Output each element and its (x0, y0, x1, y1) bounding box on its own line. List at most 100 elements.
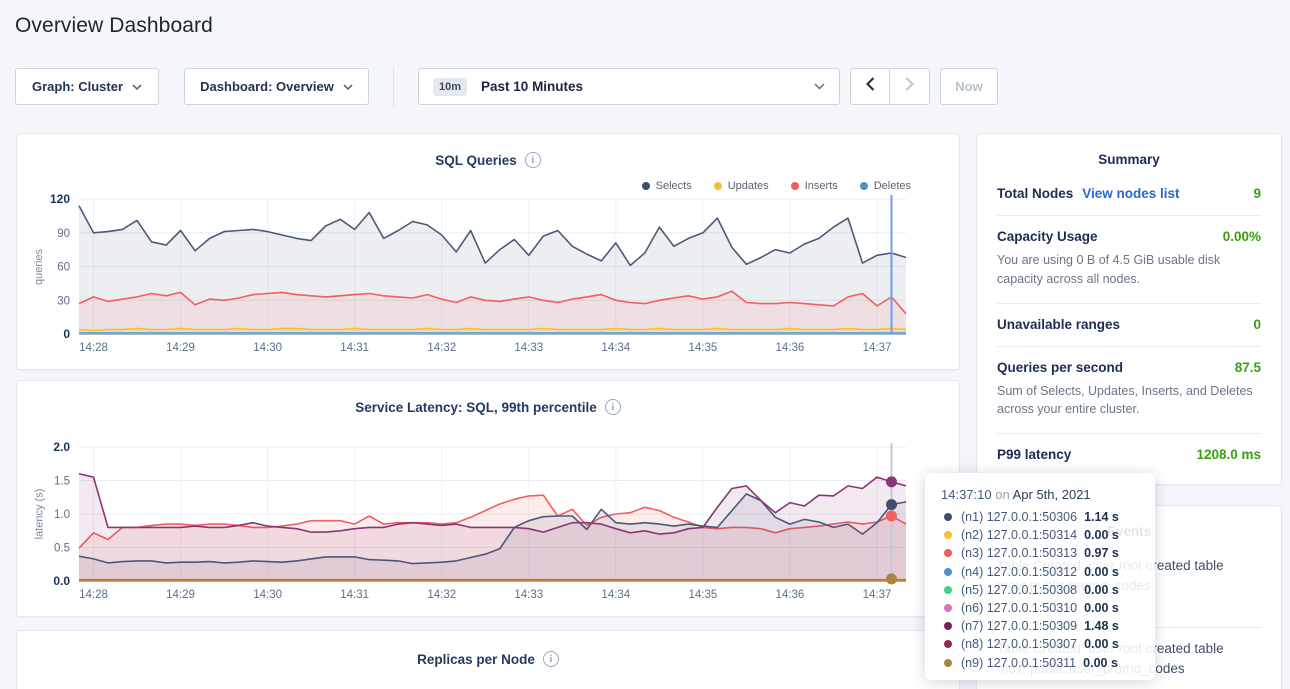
queries-per-second-label: Queries per second (997, 360, 1123, 375)
tooltip-row: (n3) 127.0.0.1:503130.97 s (941, 544, 1155, 562)
tooltip-node-value: 0.00 s (1084, 583, 1119, 597)
next-time-window-button[interactable] (890, 68, 930, 105)
tooltip-row: (n1) 127.0.0.1:50306 1.14 s (941, 508, 1155, 526)
tooltip-node-value: 0.00 s (1083, 656, 1118, 670)
svg-text:14:33: 14:33 (514, 589, 543, 601)
tooltip-node-label: (n7) 127.0.0.1:50309 (961, 619, 1077, 633)
summary-row-total-nodes: Total Nodes View nodes list 9 (997, 173, 1261, 216)
svg-text:60: 60 (57, 262, 70, 274)
svg-text:14:28: 14:28 (79, 342, 108, 354)
series-color-dot (944, 640, 952, 648)
series-color-dot (944, 604, 952, 612)
sql-queries-chart-title: SQL Queries (435, 153, 517, 168)
tooltip-node-label: (n9) 127.0.0.1:50311 (961, 656, 1076, 670)
tooltip-row: (n2) 127.0.0.1:50314 0.00 s (941, 526, 1155, 544)
sql-queries-chart[interactable]: 030609012014:2814:2914:3014:3114:3214:33… (17, 191, 961, 361)
unavailable-ranges-label: Unavailable ranges (997, 317, 1120, 332)
tooltip-row: (n5) 127.0.0.1:50308 0.00 s (941, 581, 1155, 599)
time-range-label: Past 10 Minutes (481, 79, 583, 94)
svg-text:14:31: 14:31 (340, 589, 369, 601)
legend-dot (860, 182, 868, 190)
view-nodes-list-link[interactable]: View nodes list (1082, 186, 1179, 201)
chevron-down-icon (343, 84, 353, 90)
svg-text:0.5: 0.5 (54, 543, 70, 555)
series-color-dot (944, 622, 952, 630)
capacity-usage-description: You are using 0 B of 4.5 GiB usable disk… (997, 251, 1261, 289)
svg-text:14:28: 14:28 (79, 589, 108, 601)
tooltip-node-value: 0.00 s (1084, 528, 1119, 542)
tooltip-timestamp: 14:37:10 on Apr 5th, 2021 (941, 487, 1155, 502)
tooltip-node-value: 1.14 s (1084, 510, 1119, 524)
summary-panel: Summary Total Nodes View nodes list 9 Ca… (976, 133, 1282, 485)
tooltip-node-label: (n5) 127.0.0.1:50308 (961, 583, 1077, 597)
svg-text:14:32: 14:32 (427, 589, 456, 601)
info-icon[interactable]: i (605, 399, 621, 415)
chevron-down-icon (132, 84, 142, 90)
tooltip-node-value: 0.00 s (1084, 637, 1119, 651)
svg-text:2.0: 2.0 (53, 440, 70, 454)
info-icon[interactable]: i (543, 651, 559, 667)
summary-row-qps: Queries per second 87.5 Sum of Selects, … (997, 347, 1261, 435)
svg-text:14:35: 14:35 (688, 589, 717, 601)
legend-dot (642, 182, 650, 190)
svg-text:14:34: 14:34 (601, 589, 630, 601)
tooltip-node-value: 0.00 s (1084, 601, 1119, 615)
tooltip-node-label: (n3) 127.0.0.1:50313 (961, 546, 1077, 560)
chevron-down-icon (814, 83, 825, 90)
replicas-per-node-card: Replicas per Node i (16, 630, 960, 689)
replicas-chart-title: Replicas per Node (417, 652, 535, 667)
info-icon[interactable]: i (525, 152, 541, 168)
unavailable-ranges-value: 0 (1253, 317, 1261, 332)
svg-text:14:29: 14:29 (166, 342, 195, 354)
svg-text:30: 30 (57, 295, 70, 307)
time-range-badge: 10m (433, 78, 467, 96)
svg-text:14:30: 14:30 (253, 342, 282, 354)
svg-text:14:35: 14:35 (688, 342, 717, 354)
service-latency-chart[interactable]: 0.00.51.01.52.014:2814:2914:3014:3114:32… (17, 437, 961, 607)
svg-text:1.5: 1.5 (54, 476, 70, 488)
tooltip-node-label: (n4) 127.0.0.1:50312 (961, 565, 1077, 579)
dashboard-dropdown-label: Dashboard: Overview (200, 79, 334, 94)
svg-text:14:31: 14:31 (340, 342, 369, 354)
svg-text:14:30: 14:30 (253, 589, 282, 601)
series-color-dot (944, 659, 952, 667)
time-range-selector[interactable]: 10m Past 10 Minutes (418, 68, 840, 105)
controls-divider (393, 66, 394, 107)
svg-text:14:37: 14:37 (863, 342, 892, 354)
chart-hover-tooltip: 14:37:10 on Apr 5th, 2021 (n1) 127.0.0.1… (925, 473, 1155, 680)
svg-text:1.0: 1.0 (54, 509, 70, 521)
svg-text:14:37: 14:37 (863, 589, 892, 601)
capacity-usage-label: Capacity Usage (997, 229, 1098, 244)
svg-text:14:29: 14:29 (166, 589, 195, 601)
p99-latency-label: P99 latency (997, 447, 1071, 462)
tooltip-node-label: (n2) 127.0.0.1:50314 (961, 528, 1077, 542)
time-nav-button-group (850, 68, 930, 105)
tooltip-node-label: (n1) 127.0.0.1:50306 (961, 510, 1077, 524)
dashboard-dropdown[interactable]: Dashboard: Overview (184, 68, 369, 105)
legend-dot (714, 182, 722, 190)
svg-text:14:36: 14:36 (776, 342, 805, 354)
chevron-right-icon (905, 77, 914, 96)
svg-text:14:36: 14:36 (776, 589, 805, 601)
summary-row-unavailable-ranges: Unavailable ranges 0 (997, 304, 1261, 347)
service-latency-chart-title: Service Latency: SQL, 99th percentile (355, 400, 597, 415)
series-color-dot (944, 568, 952, 576)
tooltip-node-value: 0.00 s (1084, 565, 1119, 579)
overview-dashboard-page: Overview Dashboard Graph: Cluster Dashbo… (0, 0, 1290, 689)
queries-per-second-value: 87.5 (1235, 360, 1261, 375)
graph-dropdown-label: Graph: Cluster (32, 79, 123, 94)
tooltip-row: (n9) 127.0.0.1:50311 0.00 s (941, 654, 1155, 672)
series-color-dot (944, 513, 952, 521)
svg-text:14:32: 14:32 (427, 342, 456, 354)
svg-text:90: 90 (57, 228, 70, 240)
previous-time-window-button[interactable] (850, 68, 890, 105)
series-color-dot (944, 586, 952, 594)
graph-dropdown[interactable]: Graph: Cluster (15, 68, 159, 105)
queries-per-second-description: Sum of Selects, Updates, Inserts, and De… (997, 382, 1261, 420)
capacity-usage-value: 0.00% (1223, 229, 1261, 244)
service-latency-card: Service Latency: SQL, 99th percentile i … (16, 380, 960, 617)
svg-text:14:33: 14:33 (514, 342, 543, 354)
svg-text:0: 0 (63, 327, 70, 341)
now-button[interactable]: Now (940, 68, 998, 105)
summary-row-capacity: Capacity Usage 0.00% You are using 0 B o… (997, 216, 1261, 304)
